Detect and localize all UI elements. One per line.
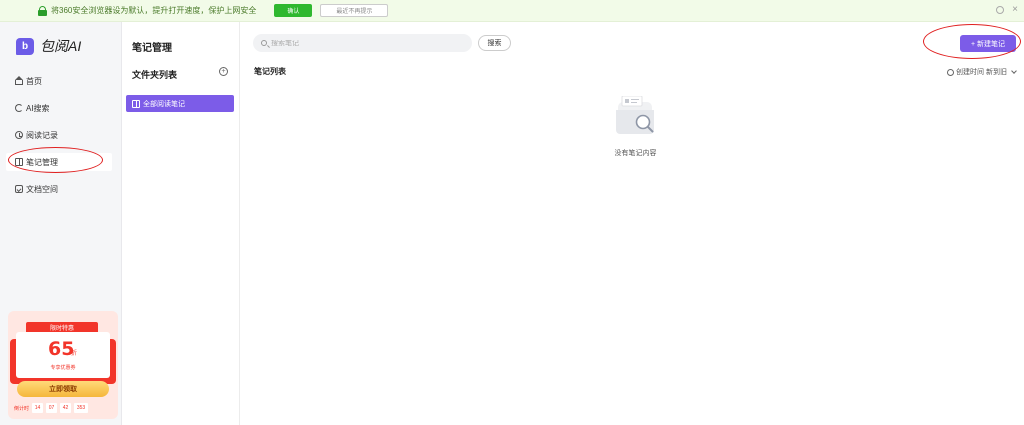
countdown-ms: 353 [74,403,89,413]
notice-text: 将360安全浏览器设为默认，提升打开速度，保护上网安全 [51,6,257,15]
add-folder-icon[interactable]: + [219,67,228,76]
home-icon [15,76,23,85]
new-note-button[interactable]: + 新建笔记 [960,35,1016,52]
search-icon [261,40,267,46]
gear-icon[interactable] [996,6,1005,14]
sidebar-item-label: AI搜索 [26,103,50,113]
doc-icon [15,185,23,193]
sidebar-item-label: 阅读记录 [26,130,58,140]
countdown-hours: 14 [32,403,44,413]
ai-search-icon [15,104,23,112]
logo[interactable]: b 包阅AI [16,36,81,56]
never-remind-button[interactable]: 最近不再提示 [320,4,389,17]
promo-ribbon: 限时特惠 [26,322,98,332]
promo-unit: 折 [71,351,78,357]
book-icon [15,158,23,166]
claim-button[interactable]: 立即领取 [17,381,109,397]
sidebar-item-home[interactable]: 首页 [0,72,122,90]
empty-state-text: 没有笔记内容 [241,148,1024,158]
sidebar: b 包阅AI 首页 AI搜索 阅读记录 笔记管理 文档空间 限时特惠 65 折 … [0,22,122,425]
sidebar-nav: 首页 AI搜索 阅读记录 笔记管理 文档空间 [0,72,122,207]
chevron-down-icon [1011,67,1017,74]
empty-notes-icon [616,96,654,134]
folder-panel: 笔记管理 文件夹列表 + 全部阅读笔记 [122,22,240,425]
search-button[interactable]: 搜索 [478,35,511,51]
sidebar-item-reading-history[interactable]: 阅读记录 [0,126,122,144]
notice-actions: × [996,5,1018,15]
folder-item-all-notes[interactable]: 全部阅读笔记 [126,95,234,112]
sort-dropdown[interactable]: 创建时间 新到旧 [947,67,1017,77]
logo-text: 包阅AI [40,38,82,54]
browser-notice-bar: 将360安全浏览器设为默认，提升打开速度，保护上网安全 确认 最近不再提示 × [0,0,1024,22]
clock-icon [15,131,23,139]
note-list-title: 笔记列表 [254,67,286,76]
search-input[interactable] [271,39,451,47]
close-icon[interactable]: × [1012,5,1018,15]
sidebar-item-doc-space[interactable]: 文档空间 [0,180,122,198]
sidebar-item-label: 笔记管理 [26,157,58,167]
book-icon [132,99,140,108]
sidebar-item-ai-search[interactable]: AI搜索 [0,99,122,117]
countdown-seconds: 42 [60,403,72,413]
promo-subtitle: 专享优惠券 [50,365,76,371]
folder-item-label: 全部阅读笔记 [143,100,185,108]
promo-card[interactable]: 限时特惠 65 折 专享优惠券 立即领取 倒计时 14 07 42 353 [8,311,118,419]
clock-icon [947,68,955,76]
countdown-label: 倒计时 [14,405,30,412]
folder-list-heading: 文件夹列表 [132,70,178,80]
lock-icon [38,5,47,16]
sort-label: 创建时间 新到旧 [956,69,1007,76]
sidebar-item-label: 文档空间 [26,184,58,194]
countdown-minutes: 07 [46,403,58,413]
page-title: 笔记管理 [132,43,172,54]
sidebar-item-label: 首页 [26,76,42,86]
countdown: 倒计时 14 07 42 353 [14,403,89,413]
logo-icon: b [16,37,34,55]
confirm-button[interactable]: 确认 [274,4,313,17]
sidebar-item-notes[interactable]: 笔记管理 [6,153,112,171]
notes-main: 搜索 + 新建笔记 笔记列表 创建时间 新到旧 没有笔记内容 [241,22,1024,425]
search-box[interactable] [253,34,472,52]
empty-state-label: 没有笔记内容 [614,150,657,157]
